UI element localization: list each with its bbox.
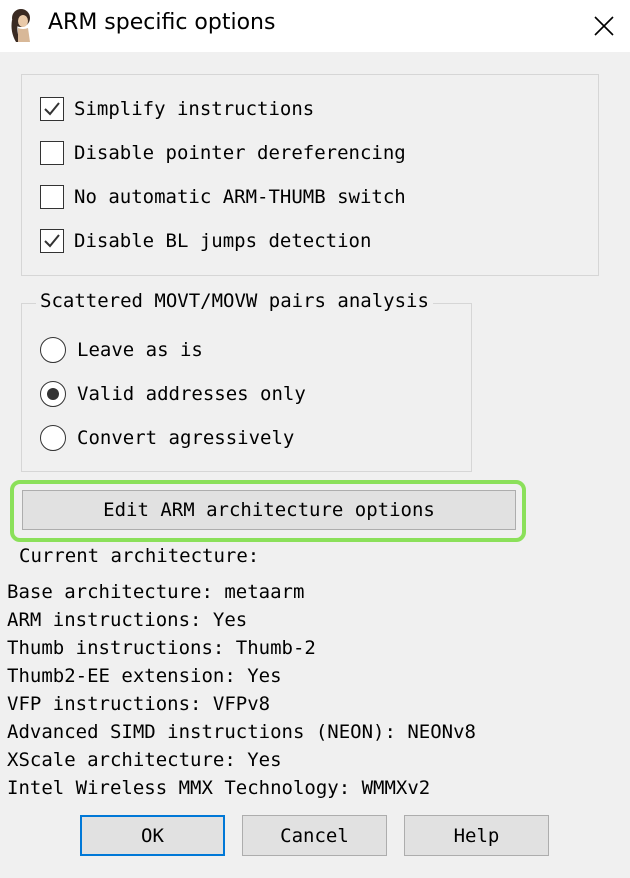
current-architecture-heading: Current architecture: — [19, 545, 260, 567]
title-bar: ARM specific options — [0, 0, 630, 52]
radio-label: Leave as is — [77, 339, 203, 361]
arch-line: XScale architecture: Yes — [7, 749, 282, 771]
arch-line: VFP instructions: VFPv8 — [7, 693, 271, 715]
app-figure-icon — [6, 8, 38, 44]
checkmark-icon — [44, 234, 60, 248]
radio-label: Valid addresses only — [77, 383, 306, 405]
radio-button[interactable] — [40, 381, 66, 407]
radio-selected-dot — [47, 388, 59, 400]
close-button[interactable] — [578, 0, 630, 52]
checkmark-icon — [44, 102, 60, 116]
ok-button[interactable]: OK — [80, 815, 225, 856]
option-no-auto-arm-thumb-switch[interactable]: No automatic ARM-THUMB switch — [40, 185, 406, 209]
option-label: Simplify instructions — [74, 98, 315, 120]
option-label: No automatic ARM-THUMB switch — [74, 186, 406, 208]
close-icon — [594, 16, 614, 36]
option-disable-pointer-dereferencing[interactable]: Disable pointer dereferencing — [40, 141, 406, 165]
checkbox[interactable] — [40, 185, 64, 209]
checkbox[interactable] — [40, 229, 64, 253]
option-disable-bl-jumps-detection[interactable]: Disable BL jumps detection — [40, 229, 371, 253]
arch-line: Base architecture: metaarm — [7, 581, 305, 603]
checkbox[interactable] — [40, 141, 64, 165]
movt-group-title: Scattered MOVT/MOVW pairs analysis — [36, 290, 433, 312]
checkbox[interactable] — [40, 97, 64, 121]
help-button[interactable]: Help — [404, 815, 549, 856]
cancel-button[interactable]: Cancel — [242, 815, 387, 856]
option-label: Disable BL jumps detection — [74, 230, 372, 252]
window-title: ARM specific options — [48, 10, 276, 35]
option-label: Disable pointer dereferencing — [74, 142, 406, 164]
radio-button[interactable] — [40, 337, 66, 363]
arch-line: Advanced SIMD instructions (NEON): NEONv… — [7, 721, 476, 743]
arch-line: ARM instructions: Yes — [7, 609, 248, 631]
radio-valid-addresses-only[interactable]: Valid addresses only — [40, 381, 306, 407]
edit-arm-architecture-button[interactable]: Edit ARM architecture options — [22, 490, 516, 530]
arch-line: Thumb2-EE extension: Yes — [7, 665, 282, 687]
option-simplify-instructions[interactable]: Simplify instructions — [40, 97, 314, 121]
arch-line: Thumb instructions: Thumb-2 — [7, 637, 316, 659]
arch-line: Intel Wireless MMX Technology: WMMXv2 — [7, 777, 431, 799]
radio-label: Convert agressively — [77, 427, 295, 449]
radio-leave-as-is[interactable]: Leave as is — [40, 337, 203, 363]
radio-convert-agressively[interactable]: Convert agressively — [40, 425, 294, 451]
radio-button[interactable] — [40, 425, 66, 451]
